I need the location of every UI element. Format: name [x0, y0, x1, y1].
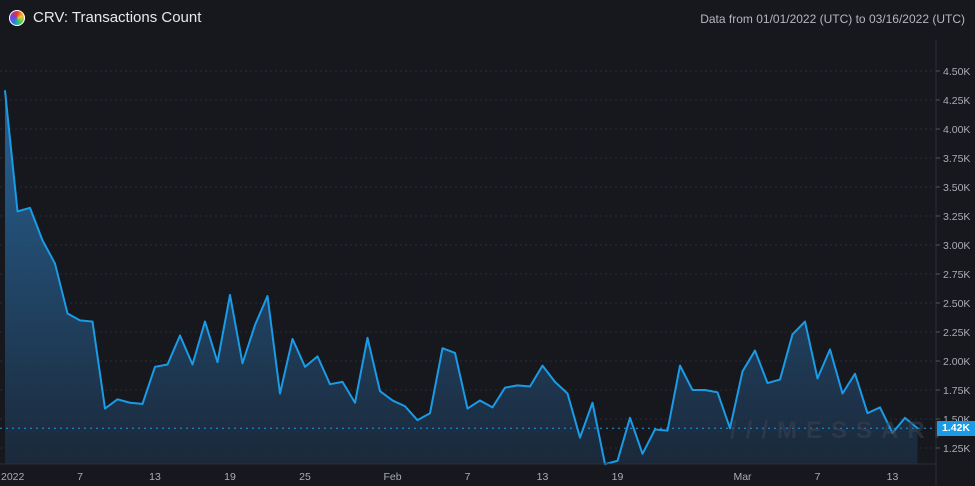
- x-tick-label: 25: [299, 471, 311, 483]
- data-point: [816, 377, 819, 380]
- data-point: [591, 401, 594, 404]
- data-point: [479, 399, 481, 402]
- data-point: [704, 389, 706, 391]
- data-point: [866, 412, 869, 415]
- data-point: [341, 381, 344, 383]
- data-point: [529, 385, 531, 388]
- transactions-chart[interactable]: 1.25K1.50K1.75K2.00K2.25K2.50K2.75K3.00K…: [0, 0, 975, 486]
- data-point: [679, 364, 681, 367]
- data-point: [204, 320, 206, 323]
- data-point: [154, 366, 156, 368]
- y-tick-label: 2.75K: [943, 269, 970, 281]
- data-point: [629, 417, 631, 419]
- data-point: [129, 401, 131, 404]
- data-point: [791, 333, 794, 336]
- data-point: [716, 391, 719, 394]
- data-point: [254, 324, 256, 326]
- data-point: [366, 337, 369, 339]
- data-point: [666, 429, 669, 432]
- data-point: [104, 407, 106, 410]
- y-axis-labels: 1.25K1.50K1.75K2.00K2.25K2.50K2.75K3.00K…: [936, 66, 970, 455]
- messari-watermark: ///MESSARI: [730, 417, 950, 444]
- data-point: [579, 436, 581, 439]
- data-point: [266, 295, 269, 297]
- data-point: [141, 403, 144, 405]
- data-point: [316, 355, 319, 358]
- y-tick-label: 2.25K: [943, 327, 970, 339]
- data-point: [541, 364, 544, 367]
- current-value-badge: 1.42K: [937, 421, 975, 436]
- data-point: [641, 453, 644, 455]
- x-tick-label: 7: [77, 471, 83, 483]
- data-point: [429, 412, 431, 415]
- y-tick-label: 3.25K: [943, 211, 970, 223]
- data-point: [4, 89, 6, 92]
- data-point: [766, 382, 769, 384]
- data-point: [29, 207, 31, 209]
- data-point: [516, 384, 519, 387]
- data-point: [616, 459, 619, 462]
- data-point: [179, 334, 181, 337]
- data-point: [279, 392, 281, 395]
- y-tick-label: 3.75K: [943, 153, 970, 165]
- x-tick-label: Feb: [383, 471, 401, 483]
- x-tick-label: 2022: [1, 471, 25, 483]
- data-point: [391, 399, 394, 402]
- data-point: [804, 320, 806, 323]
- data-point: [229, 294, 231, 296]
- y-tick-label: 3.00K: [943, 240, 970, 252]
- data-point: [754, 349, 756, 352]
- data-point: [329, 383, 331, 386]
- x-tick-label: Mar: [733, 471, 752, 483]
- data-point: [304, 366, 306, 368]
- data-point: [741, 370, 744, 373]
- data-point: [416, 419, 419, 421]
- data-point: [454, 352, 456, 354]
- data-point: [554, 381, 556, 383]
- data-point: [16, 210, 19, 213]
- data-point: [41, 239, 44, 242]
- data-point: [166, 363, 169, 366]
- data-point: [654, 428, 656, 431]
- data-point: [841, 392, 844, 395]
- data-point: [54, 262, 56, 265]
- x-tick-label: 19: [612, 471, 624, 483]
- y-tick-label: 4.00K: [943, 124, 970, 136]
- data-point: [79, 319, 81, 322]
- y-tick-label: 3.50K: [943, 182, 970, 194]
- data-point: [379, 390, 381, 392]
- y-tick-label: 1.75K: [943, 385, 970, 397]
- data-point: [779, 378, 781, 381]
- data-point: [354, 401, 356, 404]
- x-tick-label: 19: [224, 471, 236, 483]
- data-point: [691, 389, 694, 391]
- y-tick-label: 4.25K: [943, 95, 970, 107]
- area-fill: [5, 90, 918, 465]
- data-point: [216, 361, 219, 363]
- y-tick-label: 2.50K: [943, 298, 970, 310]
- data-point: [829, 348, 831, 351]
- data-point: [441, 347, 444, 350]
- data-point: [66, 312, 69, 315]
- data-point: [241, 362, 244, 365]
- data-point: [566, 392, 569, 395]
- data-point: [191, 363, 194, 366]
- x-tick-label: 13: [887, 471, 899, 483]
- data-point: [91, 320, 94, 323]
- data-point: [291, 338, 294, 340]
- x-tick-label: 13: [149, 471, 161, 483]
- data-point: [491, 406, 494, 409]
- data-point: [404, 405, 406, 408]
- y-tick-label: 2.00K: [943, 356, 970, 368]
- x-tick-label: 7: [815, 471, 821, 483]
- data-point: [854, 372, 856, 375]
- x-tick-label: 13: [537, 471, 549, 483]
- x-axis-labels: 2022 7 13 19 25 Feb 7 13 19 Mar 7 13: [1, 471, 898, 483]
- data-point: [466, 407, 469, 410]
- data-point: [116, 398, 119, 401]
- x-tick-label: 7: [465, 471, 471, 483]
- data-point: [879, 406, 881, 409]
- data-point: [504, 386, 506, 389]
- y-tick-label: 4.50K: [943, 66, 970, 78]
